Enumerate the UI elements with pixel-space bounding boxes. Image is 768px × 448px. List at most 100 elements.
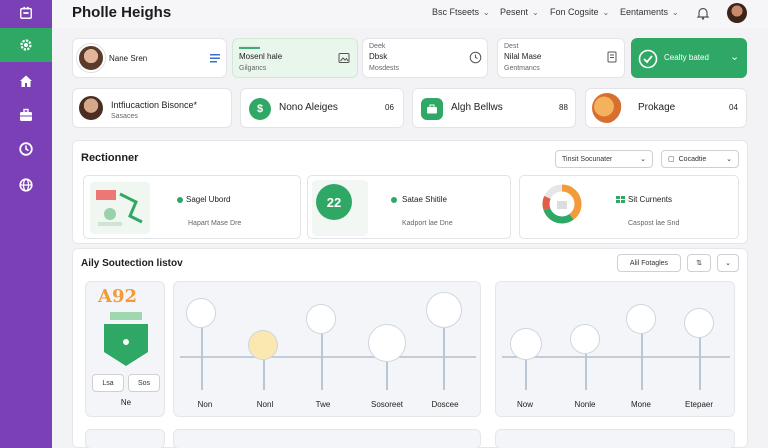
image-icon (338, 53, 350, 63)
timeline-node-icon[interactable] (426, 292, 462, 328)
timeline-label: Now (516, 400, 533, 409)
stat-card-2[interactable]: Deek Dbsk Mosdests (362, 38, 488, 78)
timeline-node-icon[interactable] (684, 308, 714, 338)
illustration-map-icon (90, 182, 150, 234)
highlight-card-1[interactable]: Intfiucaction Bisonce* Sasaces (72, 88, 232, 128)
briefcase-icon (421, 98, 443, 120)
nav-menu-4[interactable]: Eentaments ⌄ (620, 7, 679, 17)
globe-icon (19, 178, 33, 192)
summary-card-next[interactable] (85, 429, 165, 448)
highlight-card-2[interactable]: $ Nono Aleiges 06 (240, 88, 404, 128)
highlight-card-4[interactable]: Prokage 04 (585, 88, 747, 128)
timeline-node-icon[interactable] (306, 304, 336, 334)
menu-lines-icon[interactable] (209, 53, 221, 63)
timeline-node-icon[interactable] (368, 324, 406, 362)
recommendation-panel: Rectionner Tinsit Socunater ⌄ ▢ Cocadtie ⌄ … (72, 140, 748, 244)
highlight-sub: Sasaces (111, 113, 138, 120)
stat-card-3[interactable]: Dest Nilal Mase Gentmancs (497, 38, 625, 78)
rec-sub: Hapart Mase Dre (188, 220, 242, 227)
timeline-panel-next[interactable] (173, 429, 481, 448)
highlight-title: Algh Bellws (451, 102, 503, 113)
rec-sub: Kadport lae Dne (402, 220, 453, 227)
stat-card-title: Nilal Mase (504, 52, 542, 61)
timeline-label: Twe (315, 400, 331, 409)
rec-card-2[interactable]: 22 Satae Shitile Kadport lae Dne (307, 175, 511, 239)
timeline-label: Sosoreet (370, 400, 404, 409)
profile-card[interactable]: Nane Sren (72, 38, 227, 78)
chevron-down-icon[interactable]: ⌄ (717, 254, 739, 272)
bell-icon[interactable] (695, 5, 711, 21)
chevron-down-icon: ⌄ (726, 156, 732, 163)
clock-icon (469, 51, 482, 64)
timeline-node-icon[interactable] (510, 328, 542, 360)
timeline-node-icon[interactable] (248, 330, 278, 360)
status-dot-icon (391, 197, 397, 203)
timeline-node-icon[interactable] (626, 304, 656, 334)
rec-title: Sagel Ubord (186, 195, 231, 204)
timeline-label: Nonl (256, 400, 274, 409)
chevron-down-icon: ⌄ (483, 7, 490, 17)
chevron-down-icon: ⌄ (672, 7, 679, 17)
highlight-value: 06 (385, 103, 394, 112)
sidebar-item-clock[interactable] (0, 132, 52, 166)
rec-card-3[interactable]: Sit Curnents Caspost lae Snd (519, 175, 739, 239)
gear-icon (20, 39, 32, 51)
home-icon (20, 75, 32, 87)
sort-icon[interactable]: ⇅ (687, 254, 711, 272)
highlight-title: Intfiucaction Bisonce* (111, 100, 198, 110)
sidebar (0, 0, 52, 448)
sidebar-item-home[interactable] (0, 64, 52, 98)
sidebar-item-settings[interactable] (0, 28, 52, 62)
app-logo-icon[interactable] (0, 0, 52, 26)
page-title: Pholle Heighs (72, 4, 172, 21)
section-title: Aily Soutection listov (81, 258, 183, 269)
filter-button[interactable]: Alil Fotagles (617, 254, 681, 272)
nav-menu-2[interactable]: Pesent ⌄ (500, 7, 539, 17)
action-button-1[interactable]: Lsa (92, 374, 124, 392)
stat-card-1[interactable]: ▬▬▬ Mosenl hale Gilgancs (232, 38, 358, 78)
rec-card-1[interactable]: Sagel Ubord Hapart Mase Dre (83, 175, 301, 239)
timeline-label: Nonle (574, 400, 596, 409)
filter-dropdown-2[interactable]: ▢ Cocadtie ⌄ (661, 150, 739, 168)
briefcase-icon (20, 108, 32, 121)
highlight-card-3[interactable]: Algh Bellws 88 (412, 88, 576, 128)
rec-sub: Caspost lae Snd (628, 220, 680, 227)
section-title: Rectionner (81, 152, 139, 164)
summary-card[interactable]: A92 Lsa Sos Ne (85, 281, 165, 417)
chevron-down-icon: ⌄ (640, 156, 646, 163)
filter-dropdown-1[interactable]: Tinsit Socunater ⌄ (555, 150, 653, 168)
nav-menu-1[interactable]: Bsc Ftseets ⌄ (432, 7, 490, 17)
summary-footer: Ne (120, 398, 132, 407)
timeline-label: Etepaer (684, 400, 714, 409)
chevron-down-icon: ⌄ (532, 7, 539, 17)
status-dot-icon (177, 197, 183, 203)
stat-card-title: Dbsk (369, 52, 388, 61)
cta-label: Cealty bated (664, 53, 709, 62)
timeline-node-icon[interactable] (570, 324, 600, 354)
user-avatar[interactable] (727, 3, 747, 23)
clock-icon (19, 142, 33, 156)
stat-card-sub: Gentmancs (504, 65, 540, 72)
sidebar-item-briefcase[interactable] (0, 98, 52, 132)
timeline-label: Non (197, 400, 213, 409)
stat-card-sub: Gilgancs (239, 65, 267, 72)
stat-card-title: Mosenl hale (239, 52, 283, 61)
history-panel: Aily Soutection listov Alil Fotagles ⇅ ⌄… (72, 248, 748, 448)
top-header: Pholle Heighs Bsc Ftseets ⌄ Pesent ⌄ Fon C… (52, 0, 768, 28)
highlight-title: Nono Aleiges (279, 102, 338, 113)
timeline-panel-next[interactable] (495, 429, 735, 448)
cta-button[interactable]: Cealty bated ⌄ (631, 38, 747, 78)
document-icon: ▢ (668, 156, 675, 163)
rec-title: Sit Curnents (628, 195, 673, 204)
timeline-node-icon[interactable] (186, 298, 216, 328)
grid-icon (616, 196, 625, 203)
person-avatar (79, 96, 103, 120)
green-trophy-icon (104, 312, 148, 366)
money-icon: $ (249, 98, 271, 120)
sidebar-item-globe[interactable] (0, 168, 52, 202)
chevron-down-icon: ⌄ (602, 7, 610, 17)
nav-menu-3[interactable]: Fon Cogsite ⌄ (550, 7, 609, 17)
timeline-panel-1: Non Nonl Twe Sosoreet Doscee (173, 281, 481, 417)
donut-chart-icon (542, 184, 582, 224)
action-button-2[interactable]: Sos (128, 374, 160, 392)
